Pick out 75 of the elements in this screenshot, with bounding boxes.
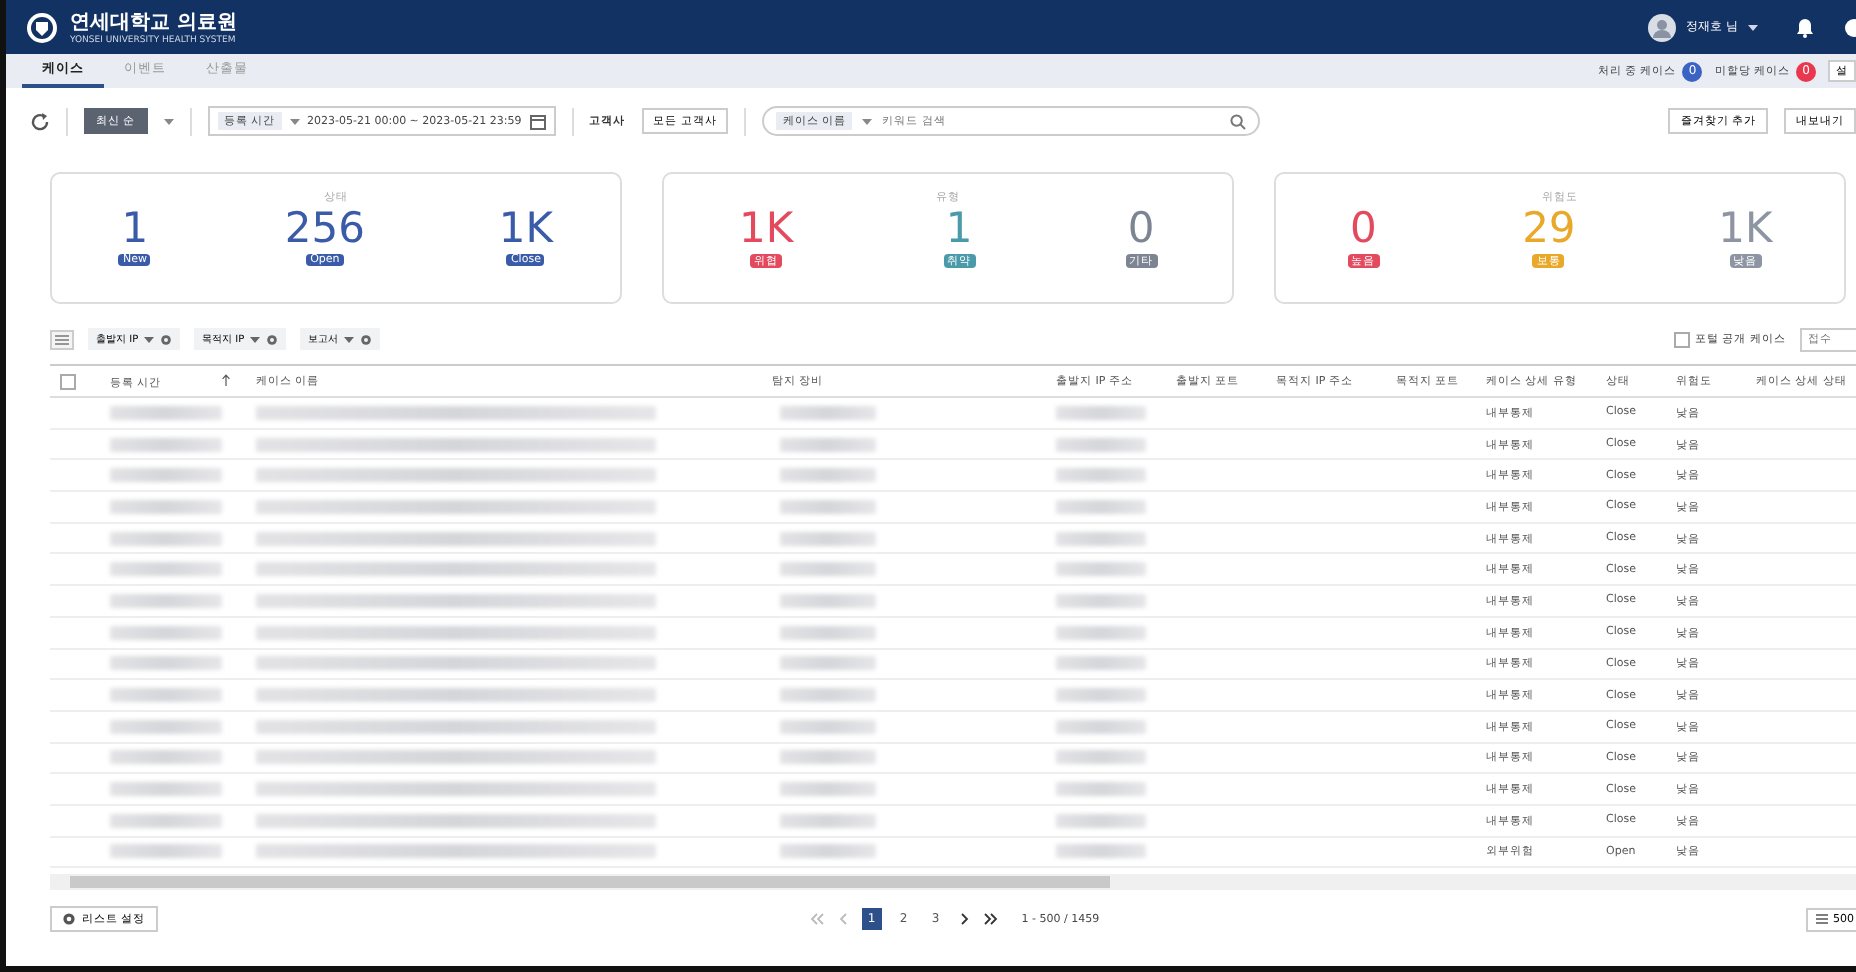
- last-page-icon[interactable]: [983, 912, 998, 927]
- stat-value[interactable]: 256: [284, 204, 365, 252]
- redacted-text: [780, 437, 876, 452]
- redacted-text: [1056, 437, 1146, 452]
- column-settings-icon[interactable]: [50, 329, 74, 349]
- redacted-text: [1056, 719, 1146, 734]
- redacted-text: [780, 750, 876, 765]
- gear-icon[interactable]: [360, 333, 373, 345]
- redacted-text: [110, 437, 222, 452]
- caret-icon[interactable]: [1748, 23, 1758, 31]
- redacted-text: [780, 844, 876, 859]
- redacted-text: [110, 562, 222, 577]
- calendar-icon[interactable]: [529, 113, 546, 129]
- sort-arrow-icon[interactable]: [221, 373, 230, 385]
- redacted-text: [780, 499, 876, 514]
- search-icon[interactable]: [1230, 113, 1247, 129]
- redacted-text: [780, 625, 876, 640]
- redacted-text: [110, 531, 222, 546]
- logo-title: 연세대학교 의료원: [70, 10, 237, 35]
- redacted-text: [780, 688, 876, 703]
- redacted-text: [110, 782, 222, 797]
- checkbox[interactable]: [1673, 331, 1689, 347]
- redacted-text: [110, 844, 222, 859]
- redacted-text: [110, 656, 222, 671]
- redacted-text: [1056, 656, 1146, 671]
- menu-icon[interactable]: [1815, 914, 1827, 925]
- stat-value[interactable]: 0: [1350, 204, 1377, 252]
- avatar-icon[interactable]: [1648, 13, 1677, 41]
- redacted-text: [780, 468, 876, 483]
- stat-value[interactable]: 1: [121, 204, 149, 252]
- refresh-icon[interactable]: [30, 111, 50, 131]
- redacted-text: [110, 719, 222, 734]
- redacted-text: [1056, 405, 1146, 420]
- gear-icon[interactable]: [160, 333, 173, 345]
- redacted-text: [110, 405, 222, 420]
- gear-icon[interactable]: [266, 333, 279, 345]
- redacted-text: [1056, 468, 1146, 483]
- redacted-text: [1056, 499, 1146, 514]
- caret-icon[interactable]: [344, 335, 355, 343]
- redacted-text: [1056, 782, 1146, 797]
- redacted-text: [780, 531, 876, 546]
- stat-value[interactable]: 1K: [738, 204, 794, 252]
- redacted-text: [110, 813, 222, 828]
- redacted-text: [110, 750, 222, 765]
- help-icon[interactable]: [1844, 17, 1856, 37]
- redacted-text: [1056, 562, 1146, 577]
- redacted-text: [1056, 750, 1146, 765]
- stat-value[interactable]: 0: [1127, 204, 1155, 252]
- emblem-icon: [26, 11, 58, 43]
- redacted-text: [110, 468, 222, 483]
- gear-icon[interactable]: [62, 912, 76, 927]
- redacted-text: [780, 562, 876, 577]
- redacted-text: [1056, 625, 1146, 640]
- redacted-text: [780, 719, 876, 734]
- caret-icon[interactable]: [144, 335, 155, 343]
- redacted-text: [780, 656, 876, 671]
- redacted-text: [1056, 593, 1146, 608]
- redacted-text: [110, 688, 222, 703]
- horizontal-scrollbar[interactable]: [50, 874, 1856, 891]
- bell-icon[interactable]: [1796, 17, 1814, 37]
- redacted-text: [780, 782, 876, 797]
- redacted-text: [780, 405, 876, 420]
- redacted-text: [1056, 813, 1146, 828]
- stat-value[interactable]: 1K: [498, 204, 554, 252]
- redacted-text: [1056, 844, 1146, 859]
- select-all-checkbox[interactable]: [60, 373, 76, 389]
- redacted-text: [110, 499, 222, 514]
- redacted-text: [1056, 688, 1146, 703]
- redacted-text: [110, 625, 222, 640]
- redacted-text: [780, 593, 876, 608]
- next-page-icon[interactable]: [957, 912, 972, 927]
- redacted-text: [110, 593, 222, 608]
- caret-icon[interactable]: [250, 335, 261, 343]
- redacted-text: [1056, 531, 1146, 546]
- redacted-text: [780, 813, 876, 828]
